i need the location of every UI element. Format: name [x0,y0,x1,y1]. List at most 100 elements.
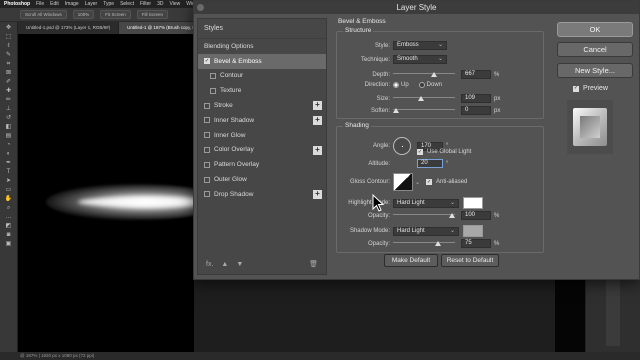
shadow-mode-select[interactable]: Hard Light ⌄ [393,226,459,236]
add-effect-icon[interactable]: + [313,189,322,199]
add-effect-icon[interactable]: + [313,101,322,111]
style-checkbox[interactable] [204,161,210,168]
gradient-tool-icon[interactable]: ▤ [5,133,13,139]
zoom-100-button[interactable]: 100% [72,10,95,19]
depth-input[interactable]: 667 [461,70,491,79]
style-checkbox[interactable] [204,176,210,183]
trash-icon[interactable]: 🗑 [309,260,318,268]
highlight-opacity-slider[interactable] [393,211,455,220]
style-select[interactable]: Emboss ⌄ [393,41,447,50]
marquee-tool-icon[interactable]: ⬚ [5,34,13,40]
style-checkbox[interactable] [204,132,210,139]
gloss-contour-picker[interactable] [393,173,413,191]
brush-tool-icon[interactable]: ✏ [5,97,13,103]
blur-tool-icon[interactable]: ◔ [5,142,13,148]
menu-type[interactable]: Type [103,1,114,7]
soften-slider[interactable] [393,106,455,115]
style-checkbox[interactable] [204,146,210,153]
cancel-button[interactable]: Cancel [557,42,633,57]
shadow-color-swatch[interactable] [463,225,483,237]
angle-dial[interactable] [393,137,411,155]
direction-down-radio[interactable] [418,82,425,88]
shadow-opacity-slider[interactable] [393,239,455,248]
move-tool-icon[interactable]: ✥ [5,25,13,31]
size-input[interactable]: 109 [461,94,491,103]
menu-file[interactable]: File [36,1,44,7]
style-item[interactable]: ✓ Bevel & Emboss [198,53,326,69]
highlight-color-swatch[interactable] [463,197,483,209]
style-item[interactable]: Outer Glow [198,172,326,187]
new-style-button[interactable]: New Style... [557,63,633,78]
slider-thumb[interactable] [435,241,441,246]
size-slider[interactable] [393,94,455,103]
doc-tab[interactable]: Untitled-1.psd @ 173% (Layer 1, RGB/8#) [18,22,120,34]
highlight-opacity-input[interactable]: 100 [461,211,491,220]
slider-thumb[interactable] [393,108,399,113]
path-select-tool-icon[interactable]: ➤ [5,178,13,184]
screen-mode-icon[interactable]: ▣ [5,241,13,247]
ok-button[interactable]: OK [557,22,633,37]
style-item[interactable]: Blending Options [198,39,326,54]
quick-select-tool-icon[interactable]: ✎ [5,52,13,58]
direction-up-radio[interactable] [393,82,399,88]
style-item[interactable]: Texture [198,83,326,98]
style-checkbox[interactable] [204,102,210,109]
style-checkbox[interactable] [204,191,210,198]
style-item[interactable]: Inner Glow [198,128,326,143]
style-item[interactable]: Pattern Overlay [198,157,326,172]
menu-layer[interactable]: Layer [85,1,98,7]
slider-thumb[interactable] [418,96,425,101]
hand-tool-icon[interactable]: ✋ [5,196,13,202]
close-icon[interactable] [197,4,204,11]
fit-screen-button[interactable]: Fit Screen [100,10,131,19]
depth-slider[interactable] [393,70,455,79]
altitude-input[interactable]: 20 [417,159,443,168]
soften-input[interactable]: 0 [461,106,491,115]
eyedropper-tool-icon[interactable]: ✐ [5,79,13,85]
style-item[interactable]: Stroke + [198,98,326,113]
shadow-opacity-input[interactable]: 75 [461,239,491,248]
technique-select[interactable]: Smooth ⌄ [393,55,447,64]
preview-checkbox[interactable]: ✓ [573,85,579,92]
style-checkbox[interactable] [204,117,210,124]
move-up-icon[interactable]: ▲ [221,261,228,268]
menu-image[interactable]: Image [65,1,79,7]
fill-screen-button[interactable]: Fill Screen [136,10,169,19]
menu-filter[interactable]: Filter [140,1,151,7]
menu-edit[interactable]: Edit [50,1,59,7]
scroll-all-windows-button[interactable]: Scroll All Windows [20,10,67,19]
stamp-tool-icon[interactable]: ⊥ [5,106,13,112]
move-down-icon[interactable]: ▼ [236,261,243,268]
quick-mask-icon[interactable]: ◙ [5,232,13,238]
lasso-tool-icon[interactable]: ℓ [5,43,13,49]
add-effect-icon[interactable]: + [313,145,322,155]
style-item[interactable]: Color Overlay + [198,143,326,158]
menu-3d[interactable]: 3D [157,1,163,7]
use-global-light-checkbox[interactable]: ✓ [417,149,423,155]
zoom-tool-icon[interactable]: ⌕ [5,205,13,211]
eraser-tool-icon[interactable]: ◧ [5,124,13,130]
dodge-tool-icon[interactable]: ◐ [5,151,13,157]
style-item[interactable]: Drop Shadow + [198,187,326,202]
foreground-background-colors-icon[interactable]: ◩ [5,223,13,229]
shape-tool-icon[interactable]: ▭ [5,187,13,193]
menu-select[interactable]: Select [120,1,134,7]
history-brush-tool-icon[interactable]: ↺ [5,115,13,121]
crop-tool-icon[interactable]: ⌗ [5,61,13,67]
fx-icon[interactable]: fx. [206,261,213,268]
style-item[interactable]: Inner Shadow + [198,113,326,128]
more-tools-icon[interactable]: … [5,214,13,220]
style-checkbox[interactable] [210,87,216,94]
chevron-down-icon[interactable]: ⌄ [415,179,420,186]
type-tool-icon[interactable]: T [5,169,13,175]
app-name[interactable]: Photoshop [4,1,30,7]
slider-thumb[interactable] [449,213,455,218]
menu-view[interactable]: View [170,1,181,7]
add-effect-icon[interactable]: + [313,115,322,125]
highlight-mode-select[interactable]: Hard Light ⌄ [393,198,459,208]
style-item[interactable]: Contour [198,69,326,84]
pen-tool-icon[interactable]: ✒ [5,160,13,166]
reset-to-default-button[interactable]: Reset to Default [441,254,499,267]
style-checkbox[interactable]: ✓ [204,58,210,65]
frame-tool-icon[interactable]: ⊠ [5,70,13,76]
